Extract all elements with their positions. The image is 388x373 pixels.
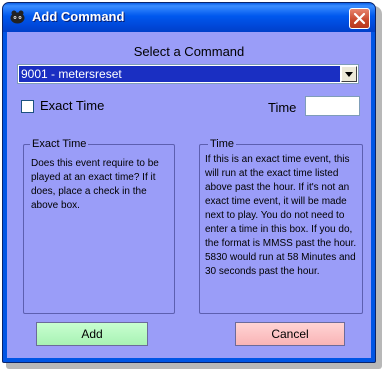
exact-time-help-group: Exact Time Does this event require to be… xyxy=(23,138,175,314)
select-command-label: Select a Command xyxy=(133,44,245,59)
exact-time-label[interactable]: Exact Time xyxy=(40,98,104,113)
time-label: Time xyxy=(268,100,297,115)
exact-time-help-title: Exact Time xyxy=(30,138,89,151)
time-input[interactable] xyxy=(305,96,360,116)
app-icon xyxy=(10,10,25,24)
command-select-value: 9001 - metersreset xyxy=(19,66,340,82)
close-icon xyxy=(353,12,366,25)
exact-time-checkbox[interactable] xyxy=(21,100,34,113)
time-help-group: Time If this is an exact time event, thi… xyxy=(199,138,363,314)
time-help-title: Time xyxy=(208,138,237,151)
close-button[interactable] xyxy=(349,8,370,29)
time-help-text: If this is an exact time event, this wil… xyxy=(205,154,357,277)
title-bar[interactable]: Add Command xyxy=(3,3,375,32)
window-title: Add Command xyxy=(32,9,125,24)
add-button[interactable]: Add xyxy=(36,322,148,346)
chevron-down-icon xyxy=(345,72,353,77)
command-select[interactable]: 9001 - metersreset xyxy=(17,64,359,84)
command-dropdown-button[interactable] xyxy=(341,66,357,82)
exact-time-help-text: Does this event require to be played at … xyxy=(31,158,159,211)
dialog-window: Add Command Select a Command 9001 - mete… xyxy=(2,2,376,363)
cancel-button[interactable]: Cancel xyxy=(235,322,345,346)
dialog-body: Select a Command 9001 - metersreset Exac… xyxy=(7,32,371,358)
